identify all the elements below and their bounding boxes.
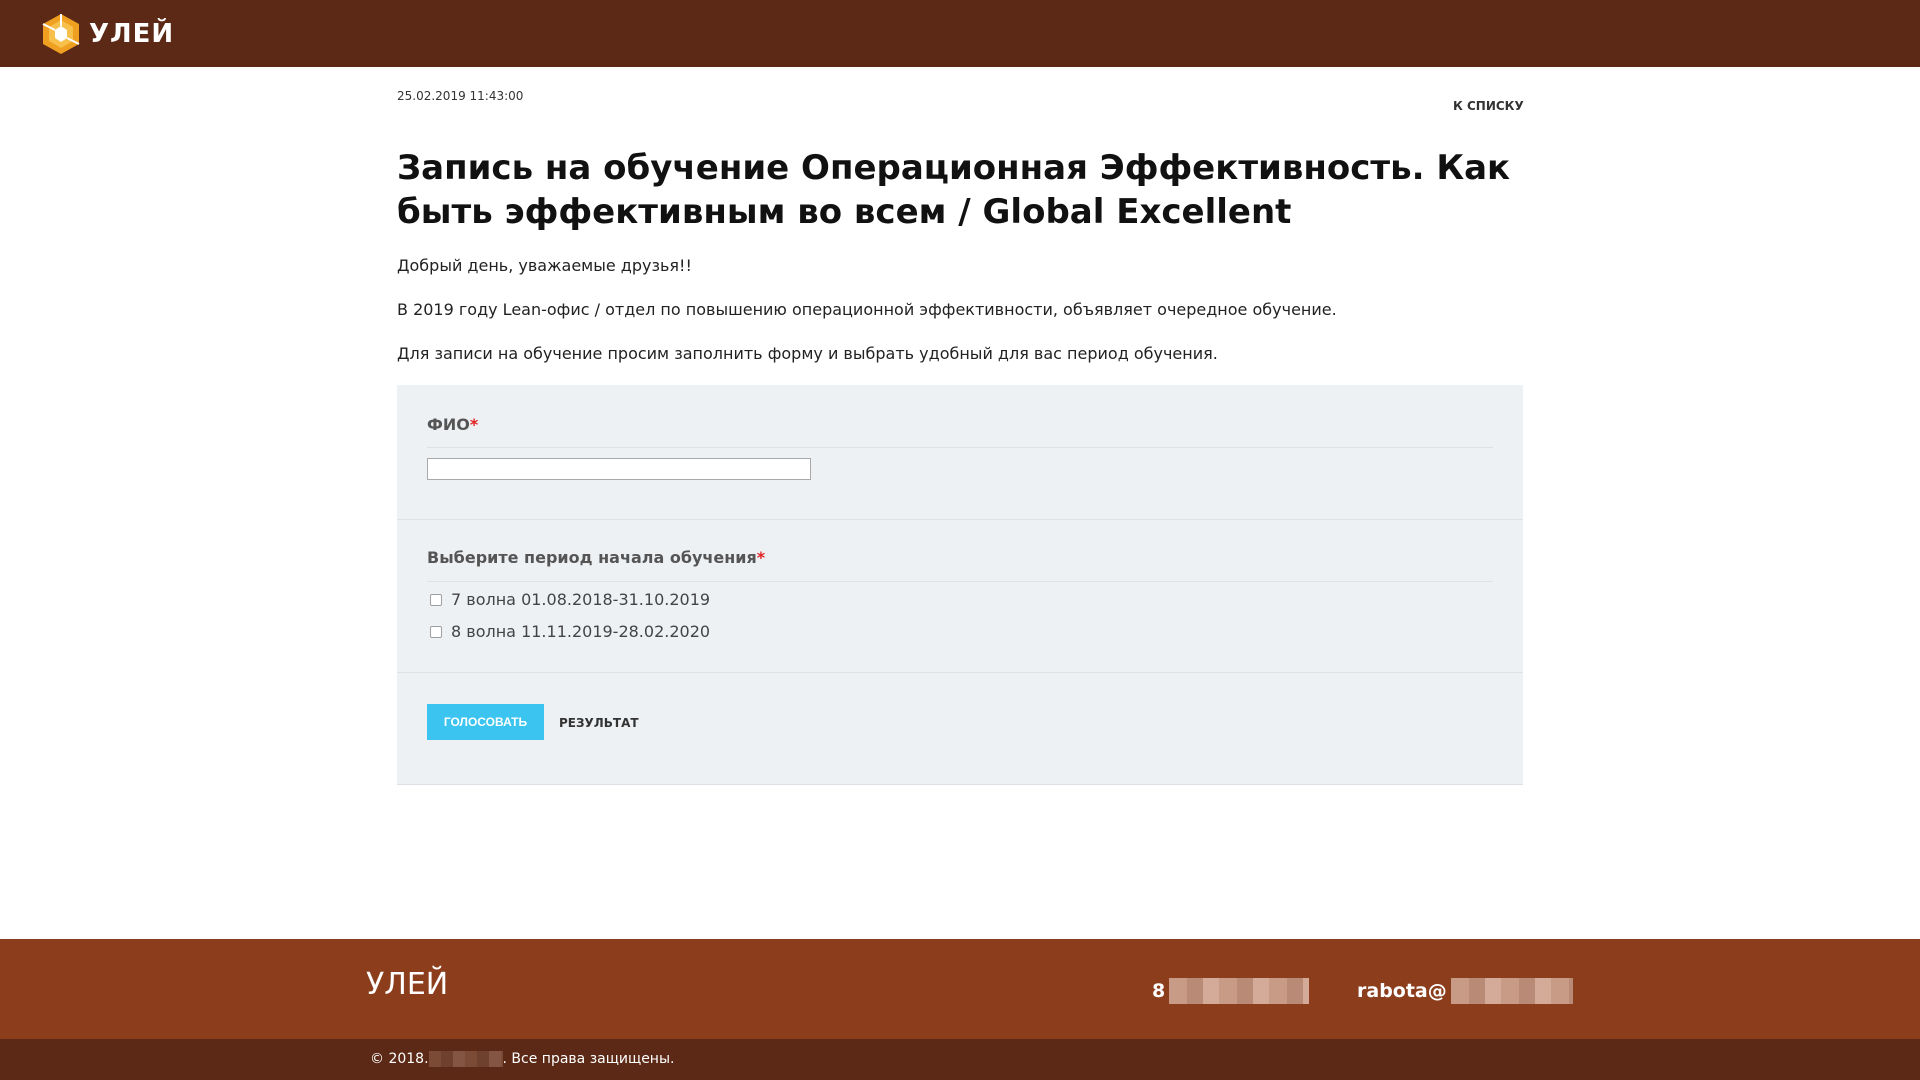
option-label: 8 волна 11.11.2019-28.02.2020 (451, 622, 711, 641)
fio-input[interactable] (427, 458, 811, 480)
result-link[interactable]: РЕЗУЛЬТАТ (559, 716, 639, 730)
divider (427, 447, 1493, 448)
post-date: 25.02.2019 11:43:00 (397, 89, 524, 103)
footer: УЛЕЙ 8 rabota@ (0, 939, 1920, 1039)
actions-section: ГОЛОСОВАТЬ РЕЗУЛЬТАТ (397, 673, 1523, 785)
copyright: © 2018.. Все права защищены. (370, 1051, 675, 1067)
redacted-block (428, 1051, 503, 1067)
brand-name: УЛЕЙ (89, 19, 175, 49)
fio-section: ФИО* (397, 385, 1523, 520)
redacted-block (1169, 978, 1310, 1004)
hive-logo-icon (42, 14, 80, 54)
site-logo[interactable]: УЛЕЙ (39, 10, 174, 58)
footer-email[interactable]: rabota@ (1357, 978, 1573, 1004)
option-wave-7[interactable]: 7 волна 01.08.2018-31.10.2019 (430, 590, 710, 609)
redacted-block (1450, 978, 1573, 1004)
option-wave-8[interactable]: 8 волна 11.11.2019-28.02.2020 (430, 622, 710, 641)
instruction-text: Для записи на обучение просим заполнить … (397, 344, 1218, 363)
period-label: Выберите период начала обучения* (427, 548, 766, 567)
divider (427, 581, 1493, 582)
intro-text: В 2019 году Lean-офис / отдел по повышен… (397, 300, 1337, 319)
page-title: Запись на обучение Операционная Эффектив… (397, 148, 1511, 232)
required-mark: * (469, 415, 479, 434)
bottom-bar: © 2018.. Все права защищены. (0, 1039, 1920, 1080)
top-header: УЛЕЙ (0, 0, 1920, 67)
vote-button[interactable]: ГОЛОСОВАТЬ (427, 704, 544, 740)
fio-label: ФИО* (427, 415, 479, 434)
greeting-text: Добрый день, уважаемые друзья!! (397, 256, 692, 275)
checkbox[interactable] (430, 625, 442, 638)
checkbox[interactable] (430, 593, 442, 606)
back-to-list-link[interactable]: К СПИСКУ (1453, 99, 1524, 113)
footer-phone[interactable]: 8 (1152, 978, 1310, 1004)
footer-brand: УЛЕЙ (366, 967, 449, 1002)
period-section: Выберите период начала обучения* 7 волна… (397, 520, 1523, 673)
option-label: 7 волна 01.08.2018-31.10.2019 (451, 590, 711, 609)
required-mark: * (756, 548, 766, 567)
poll-form: ФИО* Выберите период начала обучения* 7 … (397, 385, 1523, 785)
